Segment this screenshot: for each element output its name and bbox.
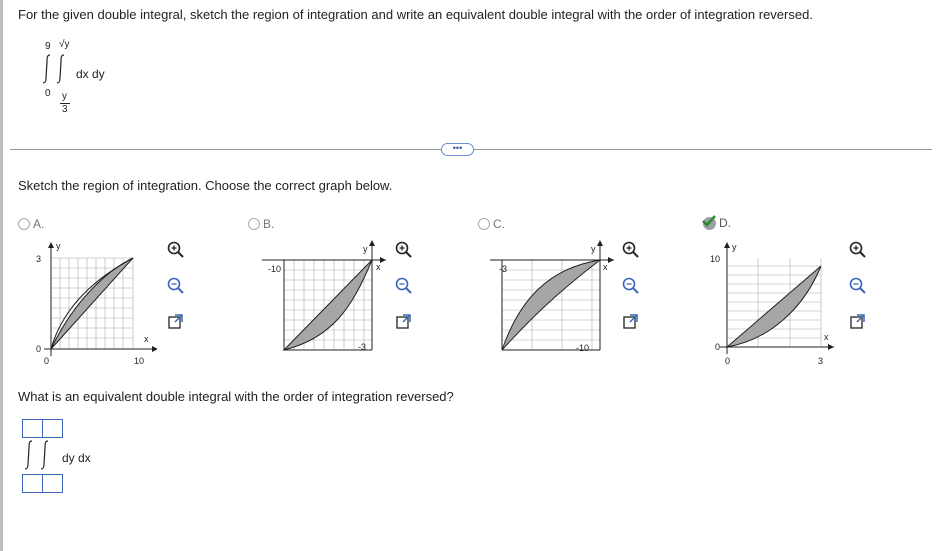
graph-a: y x 3 0 0 10 — [36, 241, 157, 366]
graph-c: y x -3 -10 — [490, 240, 614, 353]
graph-d-x-tick-origin: 0 — [725, 356, 730, 366]
zoom-in-icon[interactable] — [621, 240, 640, 259]
inner-upper-input[interactable] — [42, 419, 63, 438]
option-c-radio[interactable] — [478, 218, 490, 230]
equivalent-prompt: What is an equivalent double integral wi… — [18, 389, 454, 404]
graph-d-tools — [848, 240, 867, 336]
option-c-label: C. — [493, 217, 505, 231]
graph-a-x-axis-label: x — [144, 334, 149, 344]
graph-b-x-axis-label: x — [376, 262, 381, 272]
zoom-out-icon[interactable] — [394, 276, 413, 295]
zoom-in-icon[interactable] — [166, 240, 185, 259]
graph-d-y-tick-bottom: 0 — [715, 342, 720, 352]
more-button[interactable]: ••• — [441, 143, 474, 156]
graph-a-y-tick-top: 3 — [36, 254, 41, 264]
graph-b-tick-left: -10 — [268, 264, 281, 274]
graph-c-tick-left: -3 — [499, 264, 507, 274]
popout-icon[interactable] — [166, 312, 185, 331]
graph-c-y-axis-label: y — [591, 244, 596, 254]
answer-integrand: dy dx — [62, 451, 91, 465]
option-d[interactable]: D. — [702, 214, 731, 230]
zoom-in-icon[interactable] — [394, 240, 413, 259]
option-a-label: A. — [33, 217, 45, 231]
graph-b-tick-bottom: -3 — [358, 342, 366, 352]
popout-icon[interactable] — [394, 312, 413, 331]
popout-icon[interactable] — [621, 312, 640, 331]
option-a-radio[interactable] — [18, 218, 30, 230]
graph-a-tools — [166, 240, 185, 336]
graph-a-x-tick-origin: 0 — [44, 356, 49, 366]
graph-b-y-axis-label: y — [363, 244, 368, 254]
zoom-out-icon[interactable] — [621, 276, 640, 295]
graph-d-x-tick-right: 3 — [818, 356, 823, 366]
zoom-in-icon[interactable] — [848, 240, 867, 259]
outer-lower-limit: 0 — [45, 88, 51, 99]
graph-d-y-tick-top: 10 — [710, 254, 720, 264]
outer-upper-input[interactable] — [22, 419, 43, 438]
outer-lower-input[interactable] — [22, 474, 43, 493]
inner-upper-limit: √y — [59, 39, 70, 50]
integral-signs-icon — [24, 440, 49, 470]
outer-upper-limit: 9 — [45, 41, 51, 52]
inner-lower-input[interactable] — [42, 474, 63, 493]
checkmark-icon — [702, 214, 716, 227]
option-c[interactable]: C. — [478, 217, 505, 231]
graph-a-x-tick-right: 10 — [134, 356, 144, 366]
graph-a-y-tick-bottom: 0 — [36, 344, 41, 354]
inner-lower-numerator: y — [62, 91, 67, 102]
graph-b: y x -10 -3 — [262, 240, 386, 352]
popout-icon[interactable] — [848, 312, 867, 331]
graph-b-tools — [394, 240, 413, 336]
graph-d-x-axis-label: x — [824, 332, 829, 342]
graph-c-tick-bottom: -10 — [576, 343, 589, 353]
option-b[interactable]: B. — [248, 217, 274, 231]
graph-d: y x 10 0 0 3 — [710, 242, 834, 366]
graph-a-y-axis-label: y — [56, 241, 61, 251]
graph-d-y-axis-label: y — [732, 242, 737, 252]
sketch-prompt: Sketch the region of integration. Choose… — [18, 178, 393, 193]
given-integrand: dx dy — [76, 67, 105, 81]
question-prompt: For the given double integral, sketch th… — [18, 7, 813, 22]
page-left-border — [0, 0, 3, 551]
graph-c-x-axis-label: x — [603, 262, 608, 272]
option-d-label: D. — [719, 216, 731, 230]
option-a[interactable]: A. — [18, 217, 44, 231]
integral-signs-icon — [42, 54, 65, 84]
graph-c-tools — [621, 240, 640, 336]
zoom-out-icon[interactable] — [848, 276, 867, 295]
zoom-out-icon[interactable] — [166, 276, 185, 295]
option-b-label: B. — [263, 217, 275, 231]
option-d-radio-checked[interactable] — [702, 214, 716, 230]
option-b-radio[interactable] — [248, 218, 260, 230]
inner-lower-denominator: 3 — [62, 104, 68, 115]
